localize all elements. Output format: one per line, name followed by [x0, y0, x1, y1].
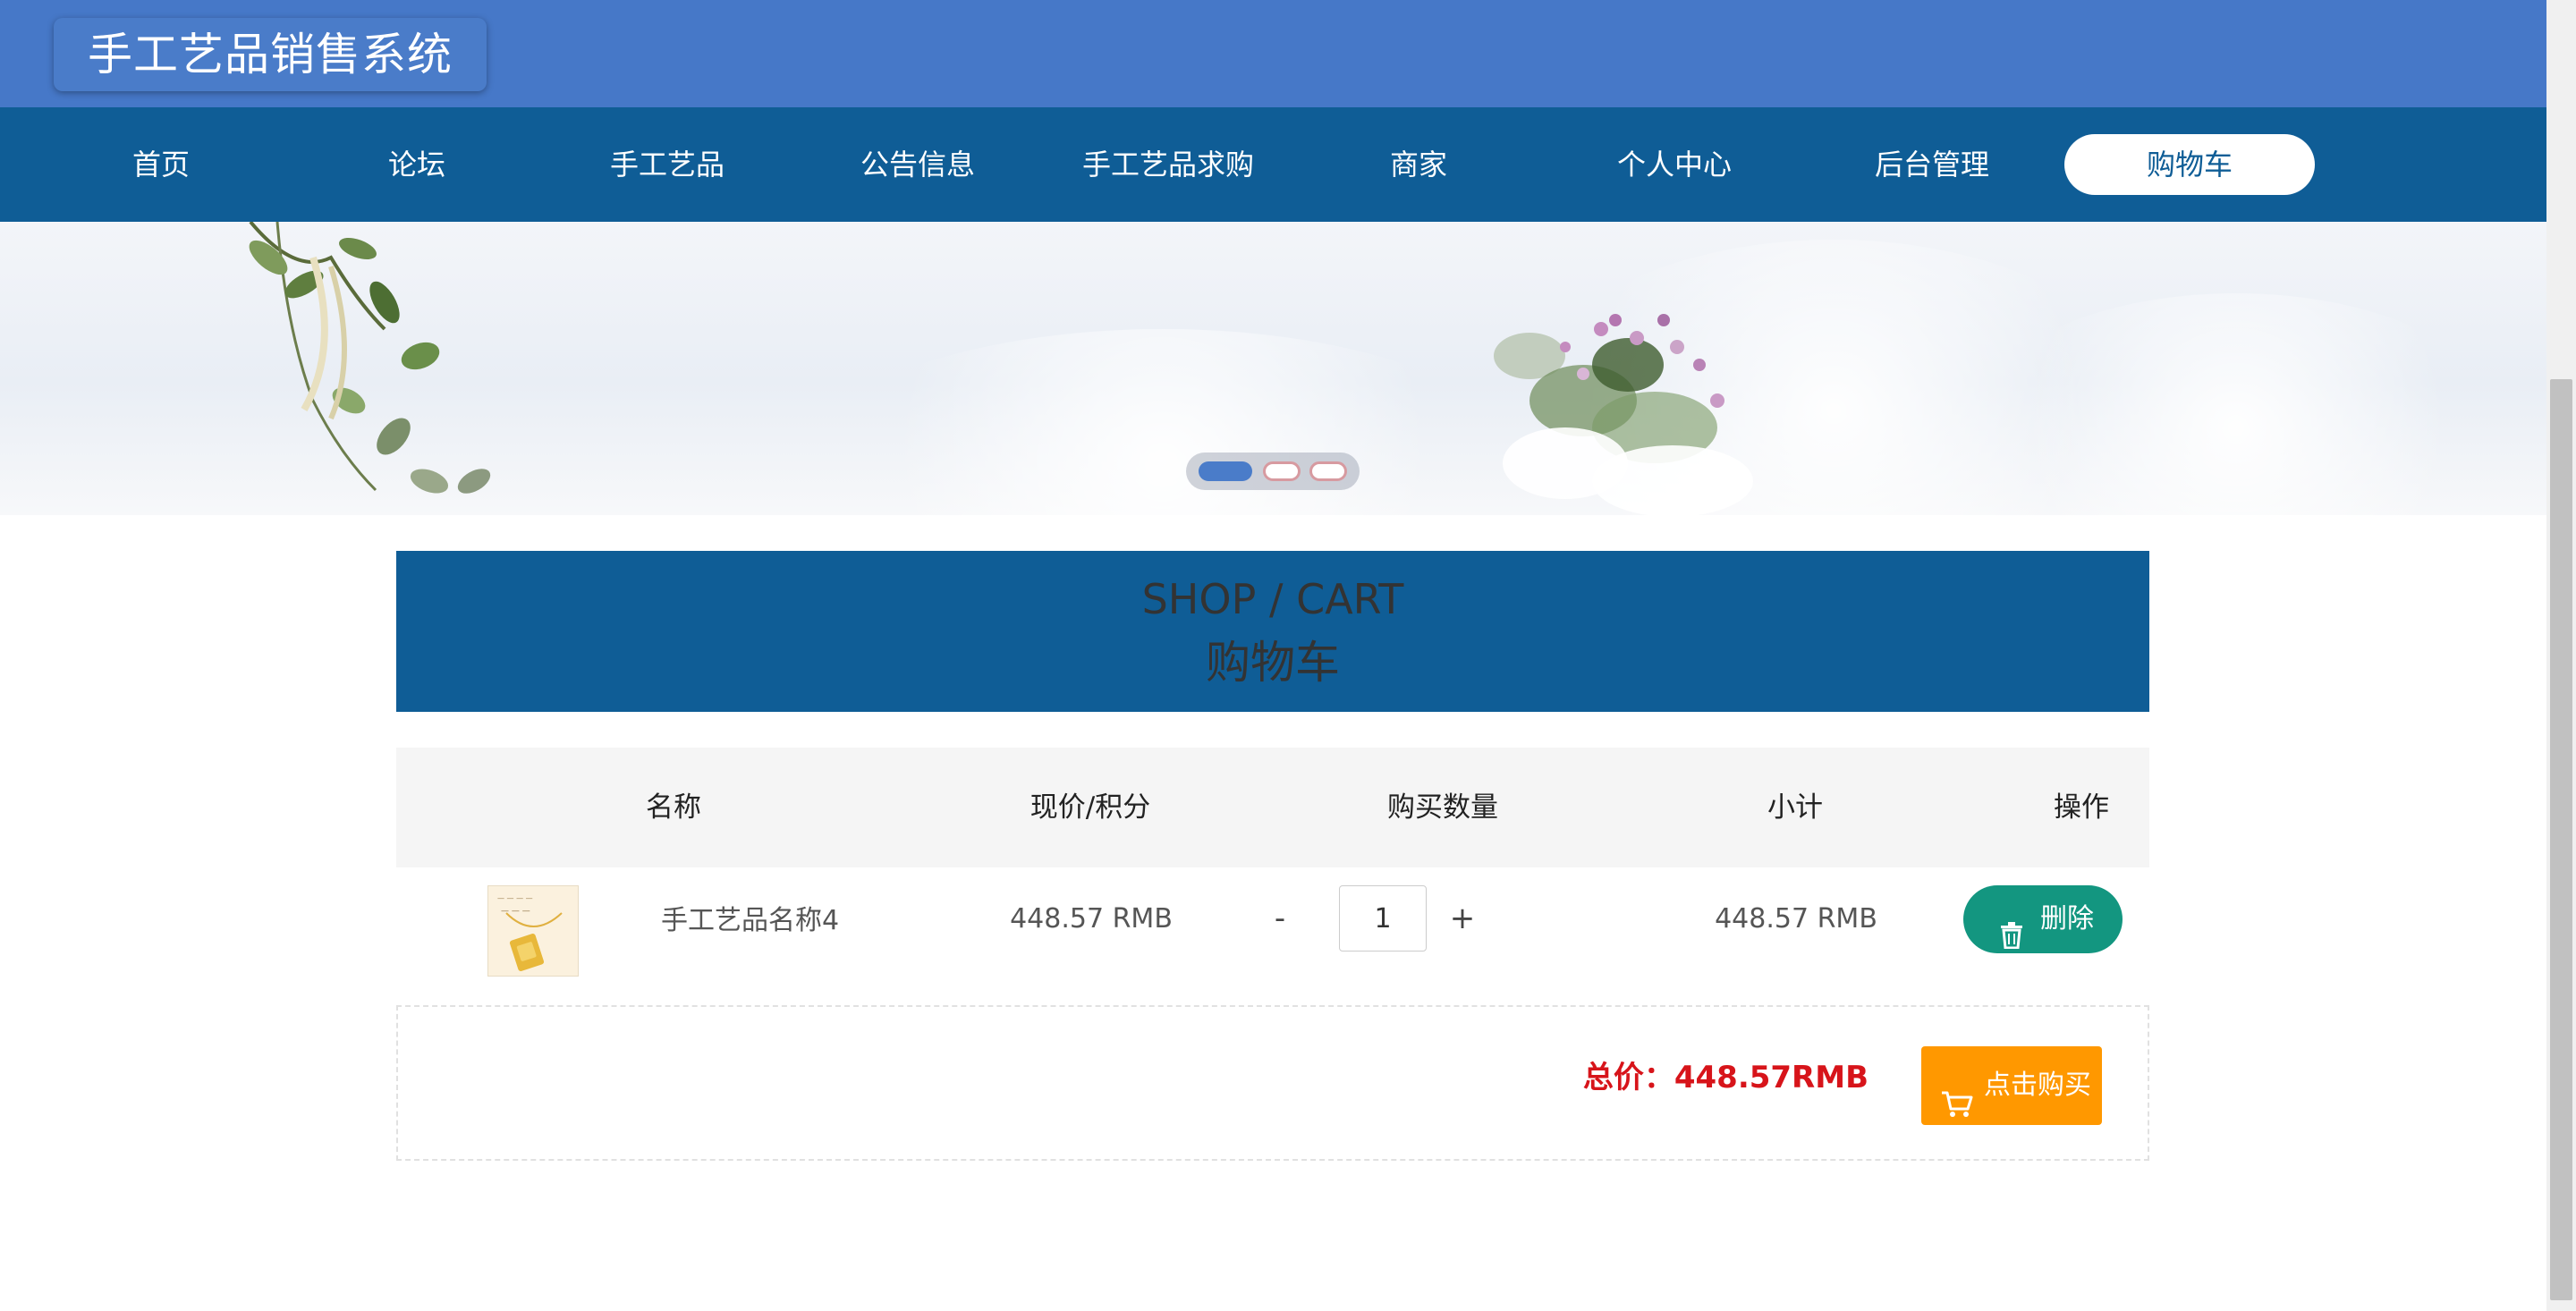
buy-button[interactable]: 点击购买: [1921, 1046, 2102, 1125]
nav-item-announcements[interactable]: 公告信息: [846, 134, 989, 195]
cart-summary: 总价：448.57RMB 点击购买: [396, 1005, 2149, 1161]
cloud-decoration: [805, 329, 1521, 515]
product-image: — — — — — — —: [488, 886, 578, 976]
column-header-price: 现价/积分: [1030, 791, 1151, 824]
column-header-subtotal: 小计: [1767, 791, 1823, 824]
carousel-dot-3[interactable]: [1309, 461, 1347, 481]
quantity-input[interactable]: [1339, 885, 1427, 952]
cart-table-header: 名称 现价/积分 购买数量 小计 操作: [396, 748, 2149, 867]
vertical-scrollbar[interactable]: [2546, 0, 2576, 1311]
product-name[interactable]: 手工艺品名称4: [661, 903, 839, 939]
delete-button-label: 删除: [2040, 903, 2094, 935]
main-nav: 首页 论坛 手工艺品 公告信息 手工艺品求购 商家 个人中心 后台管理 购物车: [0, 107, 2546, 222]
svg-text:— — — —: — — — —: [497, 894, 533, 902]
nav-item-profile[interactable]: 个人中心: [1603, 134, 1746, 195]
flowers-illustration: [1494, 314, 1753, 515]
total-price: 总价：448.57RMB: [1582, 1060, 1868, 1095]
table-row: — — — — — — — 手工艺品名称4 448.57 RMB - + 448…: [396, 867, 2149, 977]
carousel-indicators: [1186, 453, 1360, 490]
nav-item-cart[interactable]: 购物车: [2064, 134, 2315, 195]
carousel-dot-1[interactable]: [1199, 461, 1252, 481]
column-header-quantity: 购买数量: [1387, 791, 1498, 824]
site-title[interactable]: 手工艺品销售系统: [54, 18, 487, 91]
nav-item-forum[interactable]: 论坛: [363, 134, 470, 195]
decrement-button[interactable]: -: [1262, 894, 1298, 943]
delete-button[interactable]: 删除: [1963, 885, 2123, 953]
cart-title-en: SHOP / CART: [1141, 575, 1404, 623]
column-header-name: 名称: [646, 791, 701, 824]
banner-carousel: [0, 222, 2546, 515]
buy-button-label: 点击购买: [1984, 1070, 2091, 1101]
cart-title-cn: 购物车: [1206, 637, 1340, 689]
trash-icon: [1999, 907, 2024, 975]
nav-item-admin[interactable]: 后台管理: [1860, 134, 2004, 195]
header-bar: 手工艺品销售系统: [0, 0, 2546, 107]
product-subtotal: 448.57 RMB: [1715, 903, 1877, 935]
nav-item-crafts[interactable]: 手工艺品: [596, 134, 739, 195]
cart-heading-block: SHOP / CART 购物车: [396, 551, 2149, 712]
nav-item-home[interactable]: 首页: [107, 134, 215, 195]
carousel-dot-2[interactable]: [1263, 461, 1301, 481]
product-thumbnail[interactable]: — — — — — — —: [487, 885, 579, 977]
page: 手工艺品销售系统 首页 论坛 手工艺品 公告信息 手工艺品求购 商家 个人中心 …: [0, 0, 2576, 1311]
product-price: 448.57 RMB: [1010, 903, 1173, 935]
svg-text:— — —: — — —: [501, 907, 530, 916]
nav-item-merchants[interactable]: 商家: [1365, 134, 1472, 195]
nav-item-craft-requests[interactable]: 手工艺品求购: [1070, 134, 1267, 195]
increment-button[interactable]: +: [1445, 894, 1480, 943]
scrollbar-thumb[interactable]: [2550, 379, 2572, 1300]
cart-icon: [1941, 1071, 1973, 1150]
leaves-illustration: [249, 222, 491, 494]
column-header-actions: 操作: [2054, 791, 2109, 824]
